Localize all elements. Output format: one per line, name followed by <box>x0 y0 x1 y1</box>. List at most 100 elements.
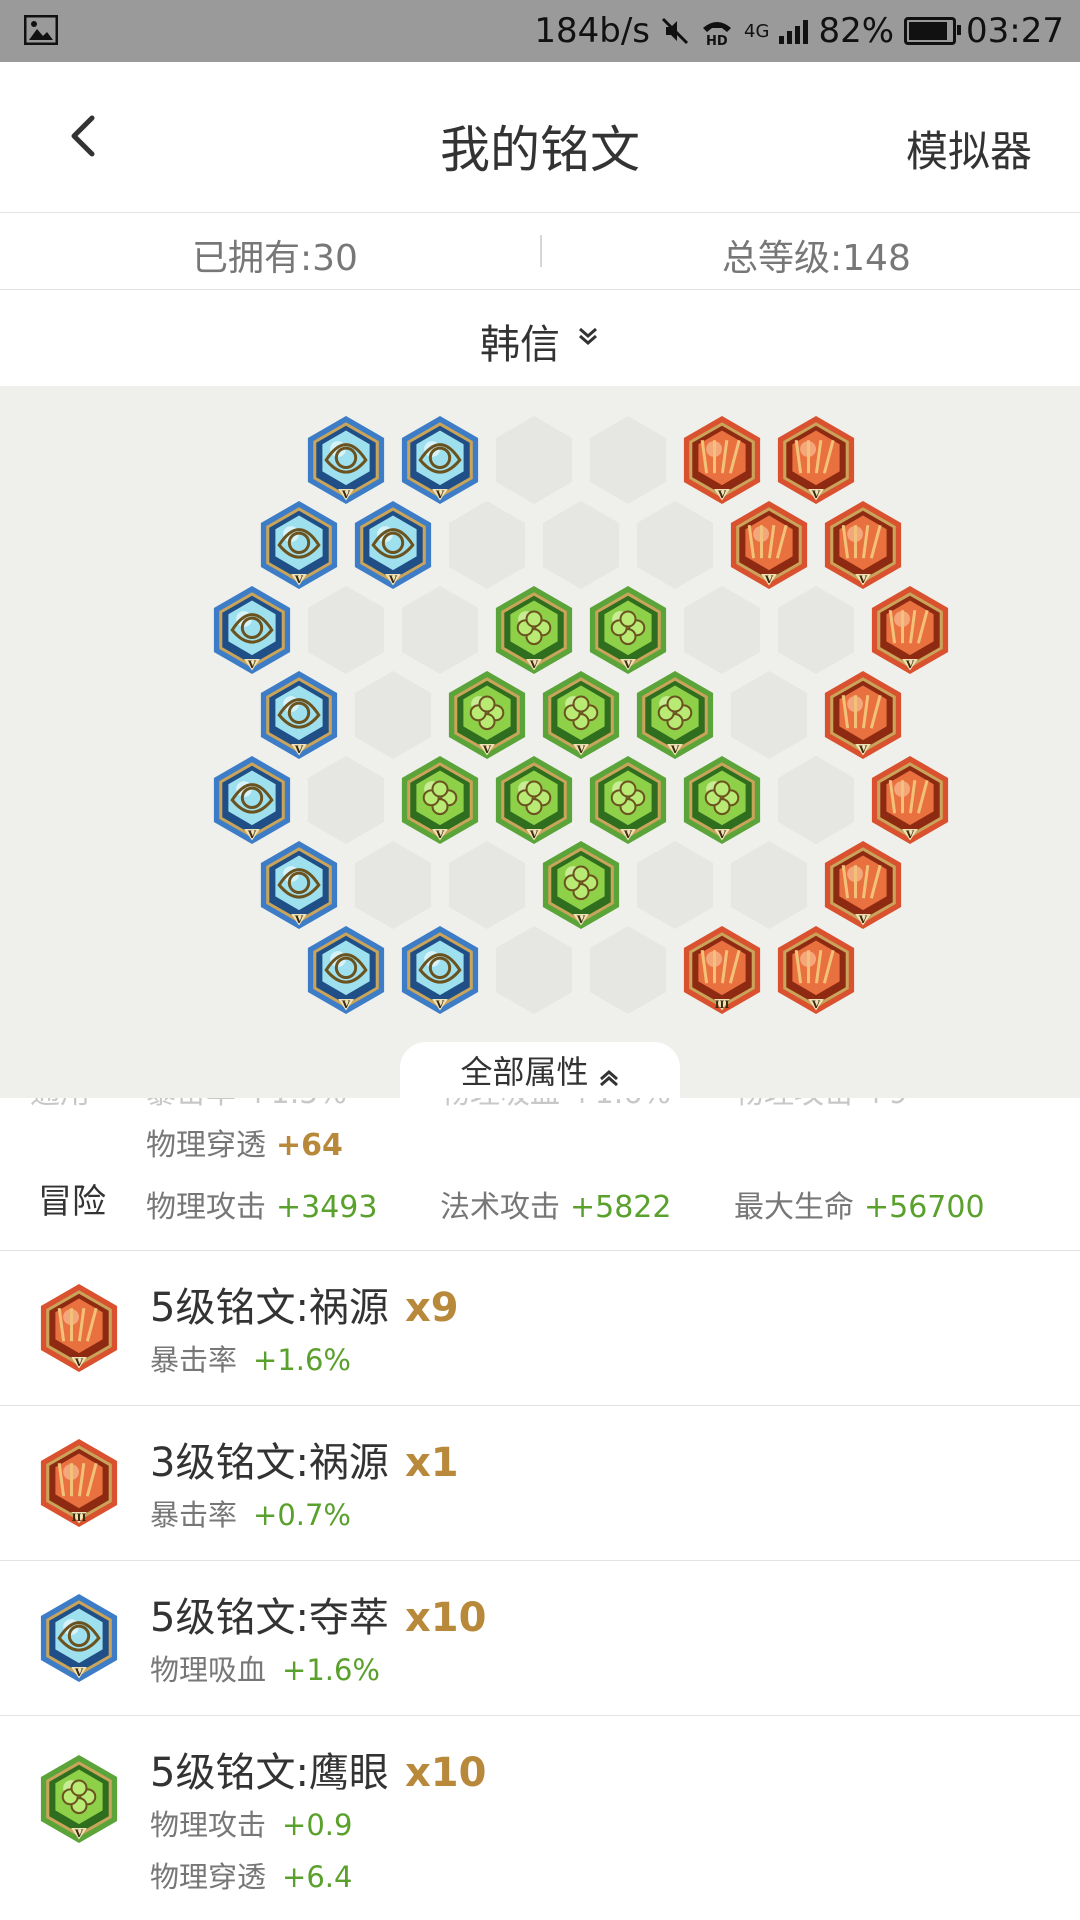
attr-item: 法术攻击 +5822 <box>440 1190 672 1225</box>
rune-slot-red: V <box>824 671 902 759</box>
svg-text:V: V <box>529 829 539 841</box>
svg-text:V: V <box>764 574 774 586</box>
empty-rune-slot[interactable] <box>495 416 573 504</box>
summary-bar: 已拥有:30 总等级:148 <box>0 213 1080 290</box>
battery-percent: 82% <box>818 11 895 51</box>
empty-rune-slot[interactable] <box>448 501 526 589</box>
empty-rune-slot[interactable] <box>777 756 855 844</box>
empty-rune-slot[interactable] <box>401 586 479 674</box>
rune-slot-red: V <box>824 841 902 929</box>
svg-text:V: V <box>811 489 821 501</box>
svg-text:V: V <box>74 1357 84 1369</box>
hd-call-icon: HD <box>703 22 732 46</box>
total-level: 总等级:148 <box>722 238 911 279</box>
empty-rune-slot[interactable] <box>495 926 573 1014</box>
rune-slot-green: V <box>495 756 573 844</box>
mute-icon <box>661 17 689 45</box>
rune-slot-red: V <box>730 501 808 589</box>
hero-selector[interactable]: 韩信 <box>0 290 1080 386</box>
simulator-button[interactable]: 模拟器 <box>906 118 1032 179</box>
svg-text:III: III <box>72 1512 87 1524</box>
svg-text:V: V <box>576 744 586 756</box>
svg-text:V: V <box>388 574 398 586</box>
svg-text:V: V <box>341 489 351 501</box>
svg-text:V: V <box>294 574 304 586</box>
list-item[interactable]: III 3级铭文:祸源 x1 暴击率 +0.7% <box>0 1406 1080 1561</box>
rune-slot-blue: V <box>354 501 432 589</box>
svg-text:V: V <box>858 914 868 926</box>
svg-text:V: V <box>717 489 727 501</box>
empty-rune-slot[interactable] <box>354 671 432 759</box>
svg-text:V: V <box>435 999 445 1011</box>
rune-slot-green: V <box>589 586 667 674</box>
signal-icon <box>779 18 809 44</box>
rune-emblem: III <box>40 1439 118 1527</box>
svg-text:V: V <box>247 829 257 841</box>
svg-text:V: V <box>74 1667 84 1679</box>
svg-text:V: V <box>529 659 539 671</box>
owned-count: 已拥有:30 <box>192 238 358 279</box>
list-item[interactable]: V 5级铭文:夺萃 x10 物理吸血 +1.6% <box>0 1561 1080 1716</box>
empty-rune-slot[interactable] <box>683 586 761 674</box>
empty-rune-slot[interactable] <box>730 671 808 759</box>
list-item[interactable]: V 5级铭文:鹰眼 x10 物理攻击 +0.9 物理穿透 +6.4 <box>0 1716 1080 1920</box>
empty-rune-slot[interactable] <box>448 841 526 929</box>
clock: 03:27 <box>966 11 1064 51</box>
empty-rune-slot[interactable] <box>354 841 432 929</box>
rune-slot-red: V <box>871 756 949 844</box>
svg-text:V: V <box>435 489 445 501</box>
svg-text:V: V <box>623 659 633 671</box>
empty-rune-slot[interactable] <box>636 501 714 589</box>
network-type: 4G <box>744 20 770 42</box>
rune-emblem: V <box>40 1594 118 1682</box>
rune-icon-blue: V <box>40 1594 118 1682</box>
rune-board: V V V V V V V V V V V V V V V V V V V V V V V V V V V V III V <box>0 386 1080 1098</box>
rune-icon-red: III <box>40 1439 118 1527</box>
svg-text:V: V <box>670 744 680 756</box>
empty-rune-slot[interactable] <box>589 926 667 1014</box>
rune-slot-green: V <box>542 841 620 929</box>
svg-text:III: III <box>715 999 730 1011</box>
rune-stat: 暴击率 +0.7% <box>150 1498 351 1532</box>
attr-item: 物理穿透 +64 <box>146 1128 343 1163</box>
rune-slot-red: V <box>824 501 902 589</box>
attr-group-label: 通用 <box>30 1098 90 1112</box>
svg-text:V: V <box>294 914 304 926</box>
rune-icon-red: V <box>40 1284 118 1372</box>
empty-rune-slot[interactable] <box>730 841 808 929</box>
image-notification-icon <box>24 15 58 45</box>
rune-slot-blue: V <box>401 926 479 1014</box>
rune-stat: 暴击率 +1.6% <box>150 1343 351 1377</box>
chevron-up-icon <box>599 1069 618 1086</box>
svg-text:V: V <box>435 829 445 841</box>
empty-rune-slot[interactable] <box>636 841 714 929</box>
attr-item: 最大生命 +56700 <box>734 1190 985 1225</box>
rune-slot-red: V <box>777 926 855 1014</box>
rune-slot-red: V <box>871 586 949 674</box>
empty-rune-slot[interactable] <box>542 501 620 589</box>
rune-slot-green: V <box>589 756 667 844</box>
hero-name: 韩信 <box>480 322 560 368</box>
rune-slot-red: III <box>683 926 761 1014</box>
empty-rune-slot[interactable] <box>307 586 385 674</box>
list-item[interactable]: V 5级铭文:祸源 x9 暴击率 +1.6% <box>0 1251 1080 1406</box>
battery-icon <box>904 17 962 45</box>
rune-slot-blue: V <box>401 416 479 504</box>
rune-slot-green: V <box>448 671 526 759</box>
attributes-panel: 通用 暴击率 +1.5% 物理吸血 +1.6% 物理攻击 +9 物理穿透+64 … <box>0 1098 1080 1251</box>
all-attributes-tab[interactable]: 全部属性 <box>400 1042 680 1098</box>
svg-text:V: V <box>74 1828 84 1840</box>
attr-partial-item: 物理吸血 +1.6% <box>440 1098 671 1112</box>
rune-slot-blue: V <box>213 586 291 674</box>
attr-partial-item: 物理攻击 +9 <box>734 1098 908 1112</box>
empty-rune-slot[interactable] <box>307 756 385 844</box>
rune-name: 5级铭文:鹰眼 x10 <box>150 1750 487 1796</box>
svg-text:V: V <box>247 659 257 671</box>
empty-rune-slot[interactable] <box>589 416 667 504</box>
rune-slot-blue: V <box>260 841 338 929</box>
chevron-down-icon <box>579 327 597 345</box>
rune-slot-green: V <box>401 756 479 844</box>
empty-rune-slot[interactable] <box>777 586 855 674</box>
rune-slot-green: V <box>636 671 714 759</box>
rune-slot-green: V <box>542 671 620 759</box>
